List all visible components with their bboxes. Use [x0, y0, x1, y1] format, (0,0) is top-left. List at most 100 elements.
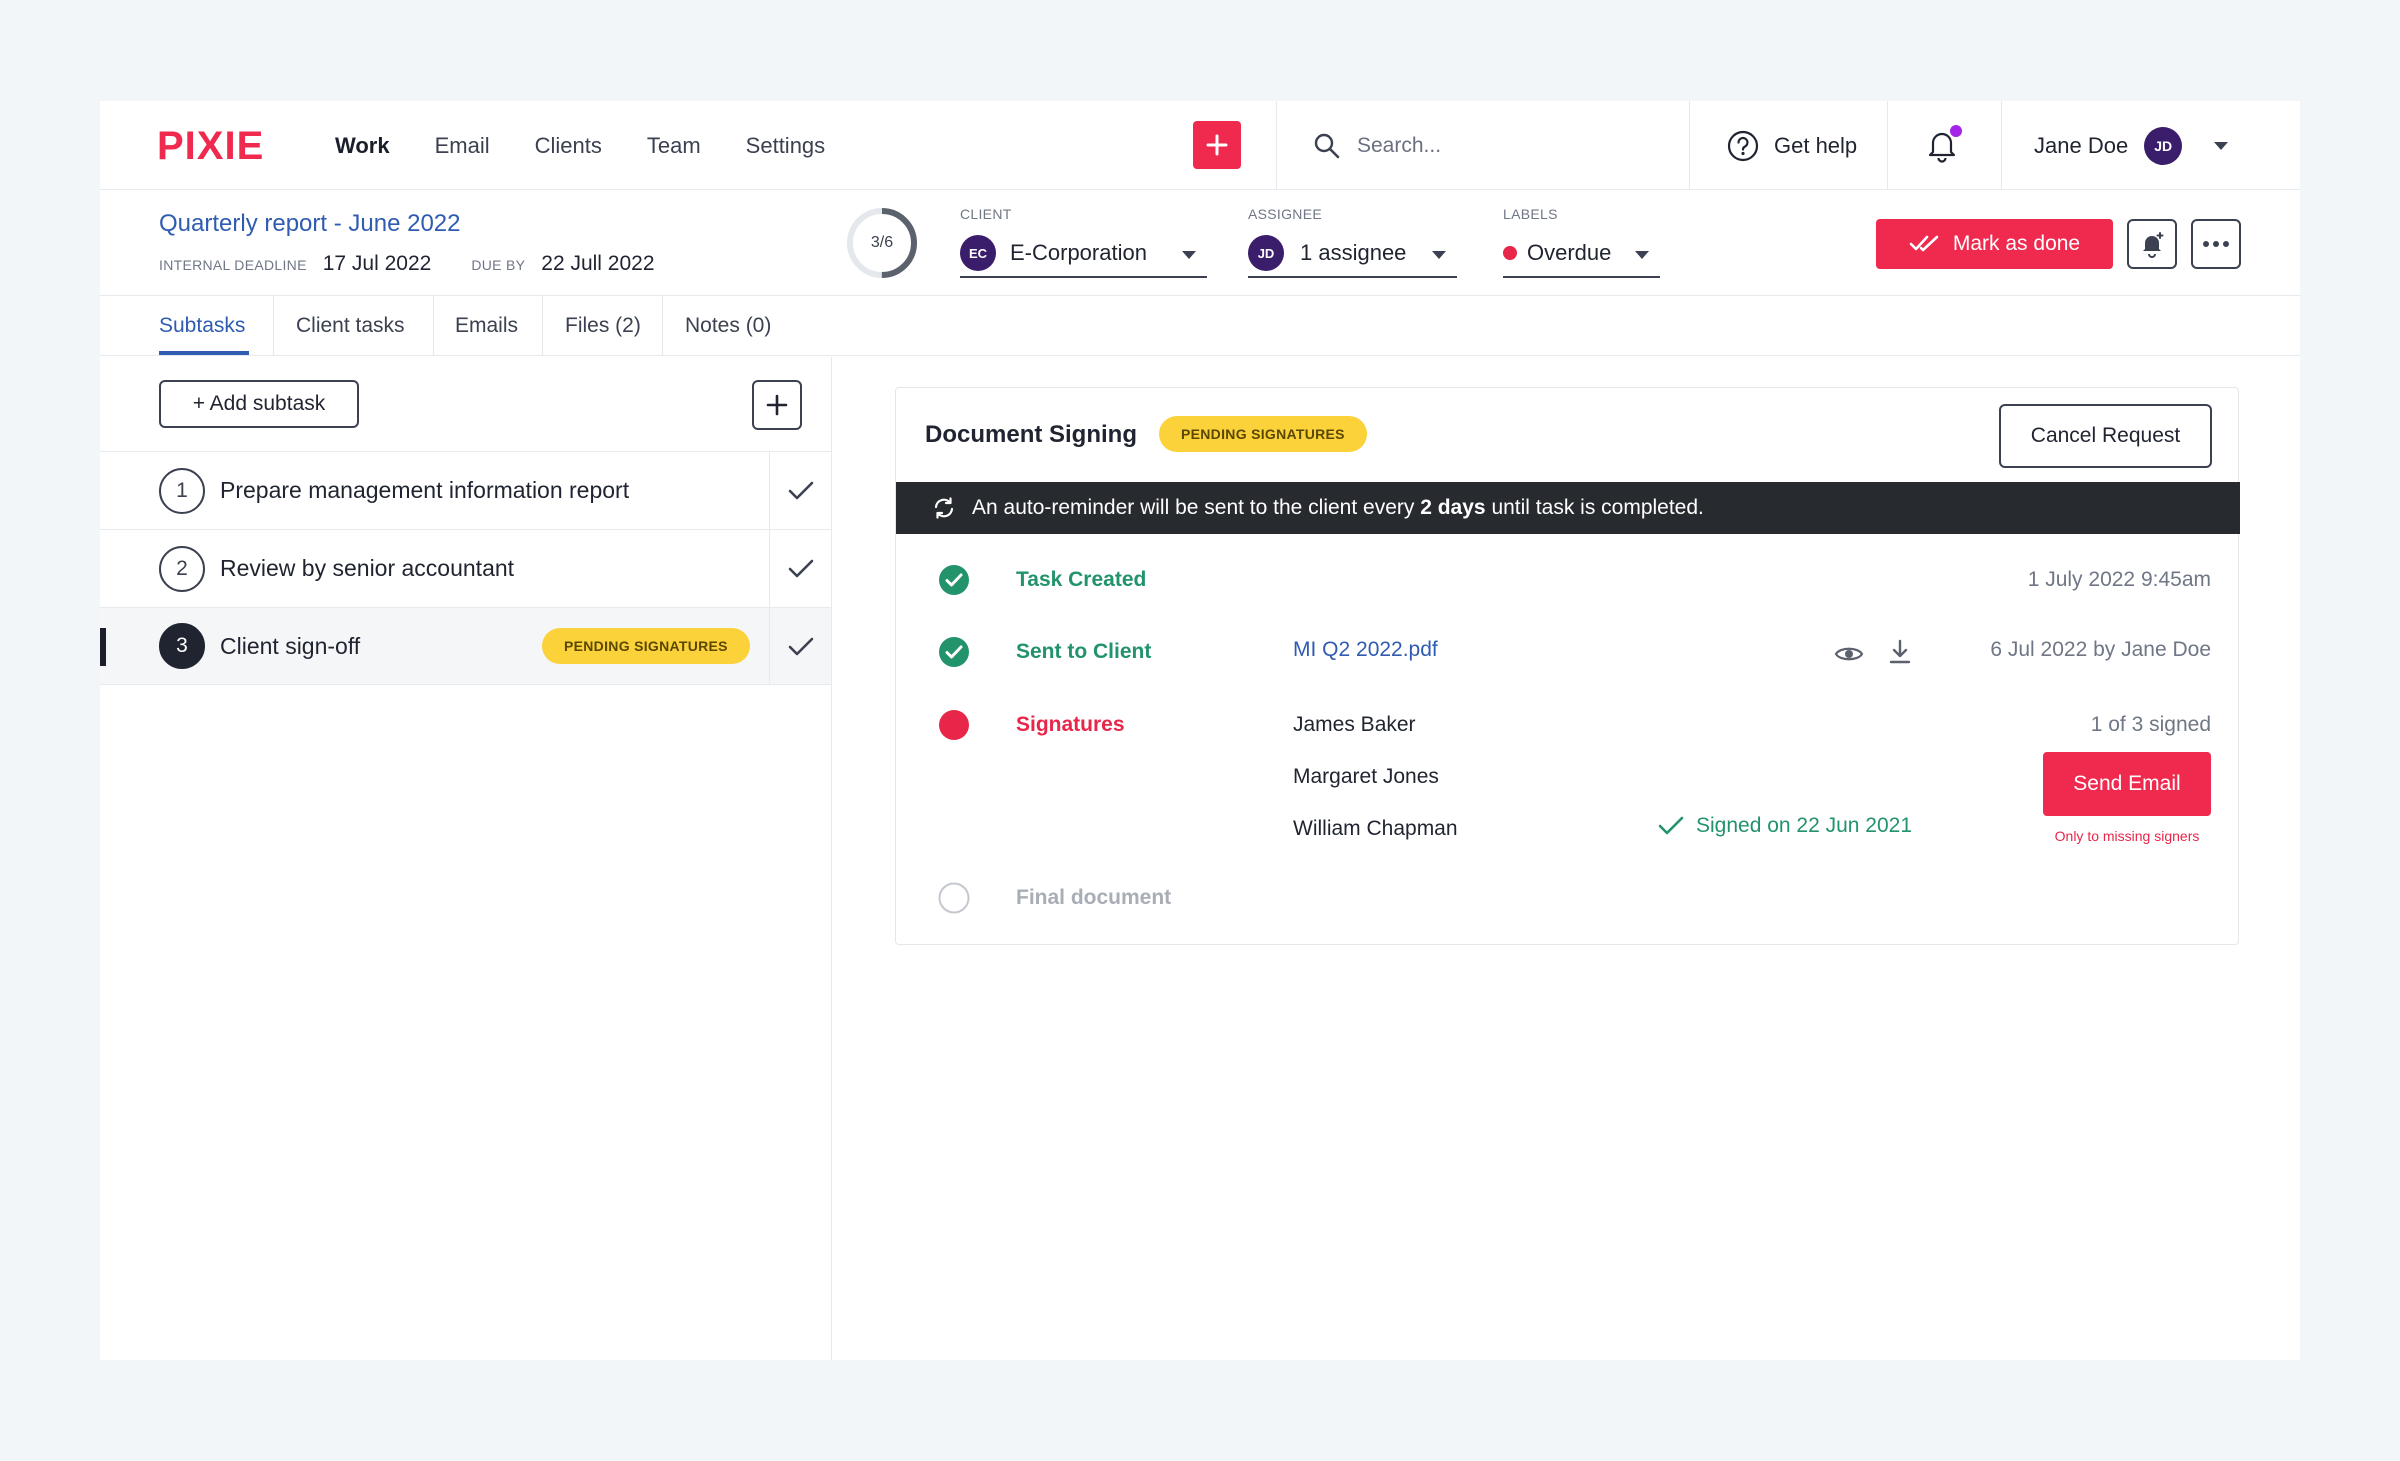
logo-text: PIXIE: [157, 124, 264, 167]
step-final-document: Final document: [896, 878, 2240, 918]
eye-icon[interactable]: [1834, 644, 1864, 664]
notifications-button[interactable]: [1924, 125, 1964, 167]
reminder-button[interactable]: [2127, 219, 2177, 269]
reminder-interval: 2 days: [1420, 496, 1486, 519]
send-email-button[interactable]: Send Email: [2043, 752, 2211, 816]
user-name: Jane Doe: [2034, 133, 2129, 158]
subtask-complete-toggle[interactable]: [769, 452, 831, 529]
empty-circle-icon: [938, 882, 970, 914]
pixie-logo[interactable]: PIXIE: [157, 123, 275, 172]
check-icon: [788, 637, 813, 655]
subtask-row[interactable]: 2 Review by senior accountant: [100, 529, 831, 607]
reminder-text-end: until task is completed.: [1485, 496, 1704, 519]
task-deadlines: INTERNAL DEADLINE 17 Jul 2022 DUE BY 22 …: [159, 252, 695, 276]
subtask-row-selected[interactable]: 3 Client sign-off PENDING SIGNATURES: [100, 607, 831, 685]
nav-team[interactable]: Team: [647, 133, 701, 159]
search-input[interactable]: [1357, 134, 1657, 158]
tab-client-tasks[interactable]: Client tasks: [296, 296, 405, 356]
signer-name: William Chapman: [1293, 817, 1458, 840]
tab-files[interactable]: Files (2): [565, 296, 641, 356]
tab-emails[interactable]: Emails: [455, 296, 518, 356]
document-file-link[interactable]: MI Q2 2022.pdf: [1293, 638, 1438, 662]
divider: [1689, 101, 1690, 190]
divider: [1887, 101, 1888, 190]
get-help-button[interactable]: Get help: [1726, 125, 1857, 167]
tab-notes[interactable]: Notes (0): [685, 296, 771, 356]
client-field: CLIENT EC E-Corporation: [960, 206, 1207, 278]
expand-add-button[interactable]: [752, 380, 802, 430]
signer-name: James Baker: [1293, 713, 1416, 736]
main-nav: Work Email Clients Team Settings: [335, 101, 870, 190]
due-by-value[interactable]: 22 Jull 2022: [541, 252, 654, 276]
subtask-complete-toggle[interactable]: [769, 530, 831, 607]
check-icon: [788, 559, 813, 577]
tab-subtasks[interactable]: Subtasks: [159, 296, 245, 356]
assignee-select[interactable]: JD 1 assignee: [1248, 230, 1457, 278]
client-select[interactable]: EC E-Corporation: [960, 230, 1207, 278]
assignee-value: 1 assignee: [1300, 240, 1407, 265]
task-tabs: Subtasks Client tasks Emails Files (2) N…: [100, 296, 2300, 356]
double-check-icon: [1909, 235, 1939, 252]
plus-icon: [1206, 134, 1228, 156]
subtask-number: 3: [159, 623, 205, 669]
mark-as-done-button[interactable]: Mark as done: [1876, 219, 2113, 269]
step-name: Signatures: [1016, 713, 1125, 736]
step-name: Sent to Client: [1016, 640, 1152, 663]
document-signing-card: Document Signing PENDING SIGNATURES Canc…: [895, 387, 2240, 945]
add-subtask-button[interactable]: + Add subtask: [159, 380, 359, 428]
search-box[interactable]: [1313, 125, 1657, 167]
check-circle-icon: [939, 565, 969, 595]
app-window: PIXIE Work Email Clients Team Settings S…: [100, 101, 2300, 1360]
internal-deadline-label: INTERNAL DEADLINE: [159, 257, 307, 273]
tab-divider: [273, 296, 274, 356]
plus-icon: [766, 394, 788, 416]
assignee-label: ASSIGNEE: [1248, 206, 1322, 222]
subtask-row[interactable]: 1 Prepare management information report: [100, 451, 831, 529]
chevron-down-icon: [1432, 251, 1446, 259]
client-avatar: EC: [960, 235, 996, 271]
mark-as-done-label: Mark as done: [1952, 232, 2081, 255]
labels-select[interactable]: Overdue: [1503, 230, 1660, 278]
labels-value: Overdue: [1527, 240, 1612, 265]
nav-settings[interactable]: Settings: [746, 133, 826, 159]
auto-reminder-banner: An auto-reminder will be sent to the cli…: [896, 482, 2240, 534]
step-sent-to-client: Sent to Client MI Q2 2022.pdf 6 Jul 2022…: [896, 632, 2240, 672]
tab-divider: [433, 296, 434, 356]
nav-email[interactable]: Email: [435, 133, 490, 159]
labels-field: LABELS Overdue: [1503, 206, 1660, 278]
subtask-list: 1 Prepare management information report …: [100, 451, 831, 685]
status-badge: PENDING SIGNATURES: [1159, 416, 1367, 452]
signed-status: Signed on 22 Jun 2021: [1658, 814, 1912, 838]
add-new-button[interactable]: [1193, 121, 1241, 169]
step-sent-meta: 6 Jul 2022 by Jane Doe: [1990, 638, 2211, 661]
chevron-down-icon: [2214, 142, 2229, 150]
download-icon[interactable]: [1888, 638, 1912, 666]
divider: [2001, 101, 2002, 190]
task-header: Quarterly report - June 2022 INTERNAL DE…: [100, 190, 2300, 296]
subtask-number: 2: [159, 545, 205, 592]
unread-dot: [1950, 125, 1962, 137]
client-label: CLIENT: [960, 206, 1012, 222]
step-timestamp: 1 July 2022 9:45am: [2027, 568, 2211, 591]
step-name: Final document: [1016, 886, 1172, 909]
task-title[interactable]: Quarterly report - June 2022: [159, 210, 461, 238]
due-by-label: DUE BY: [471, 257, 526, 273]
tab-divider: [542, 296, 543, 356]
internal-deadline-value[interactable]: 17 Jul 2022: [323, 252, 432, 276]
top-navigation: PIXIE Work Email Clients Team Settings S…: [100, 101, 2300, 190]
nav-clients[interactable]: Clients: [535, 133, 602, 159]
subtask-complete-toggle[interactable]: [769, 608, 831, 685]
search-icon: [1314, 133, 1340, 159]
progress-text: 3/6: [870, 234, 894, 251]
step-name: Task Created: [1016, 568, 1147, 591]
user-menu[interactable]: Jane Doe JD: [2034, 125, 2230, 167]
nav-work[interactable]: Work: [335, 133, 390, 159]
signature-count: 1 of 3 signed: [2090, 713, 2211, 736]
get-help-label: Get help: [1774, 133, 1858, 158]
card-title: Document Signing: [925, 421, 1137, 448]
step-signatures: Signatures James Baker Margaret Jones Wi…: [896, 704, 2240, 854]
subtasks-panel: + Add subtask 1 Prepare management infor…: [100, 357, 832, 1360]
signed-date: Signed on 22 Jun 2021: [1696, 814, 1913, 837]
more-options-button[interactable]: [2191, 219, 2241, 269]
cancel-request-button[interactable]: Cancel Request: [1999, 404, 2212, 468]
